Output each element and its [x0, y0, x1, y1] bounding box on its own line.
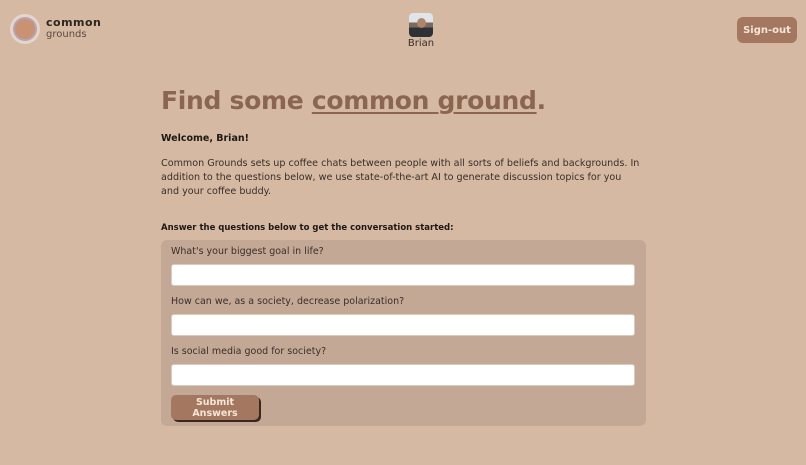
avatar[interactable] — [409, 13, 433, 37]
main-content: Find some common ground. Welcome, Brian!… — [161, 86, 646, 233]
sign-out-button[interactable]: Sign-out — [737, 17, 797, 43]
answer-input-social-media[interactable] — [171, 364, 635, 386]
title-link[interactable]: common ground — [312, 86, 537, 115]
user-name: Brian — [407, 38, 435, 49]
intro-text: Common Grounds sets up coffee chats betw… — [161, 158, 640, 197]
questions-prompt: Answer the questions below to get the co… — [161, 223, 454, 233]
title-prefix: Find some — [161, 86, 312, 115]
answer-input-polarization[interactable] — [171, 314, 635, 336]
coffee-cup-icon — [10, 14, 40, 44]
answer-input-goal[interactable] — [171, 264, 635, 286]
logo[interactable]: common grounds — [10, 14, 101, 44]
question-label: How can we, as a society, decrease polar… — [171, 296, 405, 307]
page-title: Find some common ground. — [161, 86, 646, 115]
submit-answers-button[interactable]: Submit Answers — [171, 395, 259, 420]
logo-line2: grounds — [46, 29, 87, 40]
user-profile[interactable]: Brian — [400, 13, 442, 49]
title-suffix: . — [536, 86, 547, 115]
logo-line1: common — [46, 16, 102, 29]
question-label: Is social media good for society? — [171, 346, 327, 357]
question-label: What's your biggest goal in life? — [171, 246, 324, 257]
welcome-text: Welcome, Brian! — [161, 133, 249, 144]
questions-form: What's your biggest goal in life? How ca… — [161, 240, 646, 426]
